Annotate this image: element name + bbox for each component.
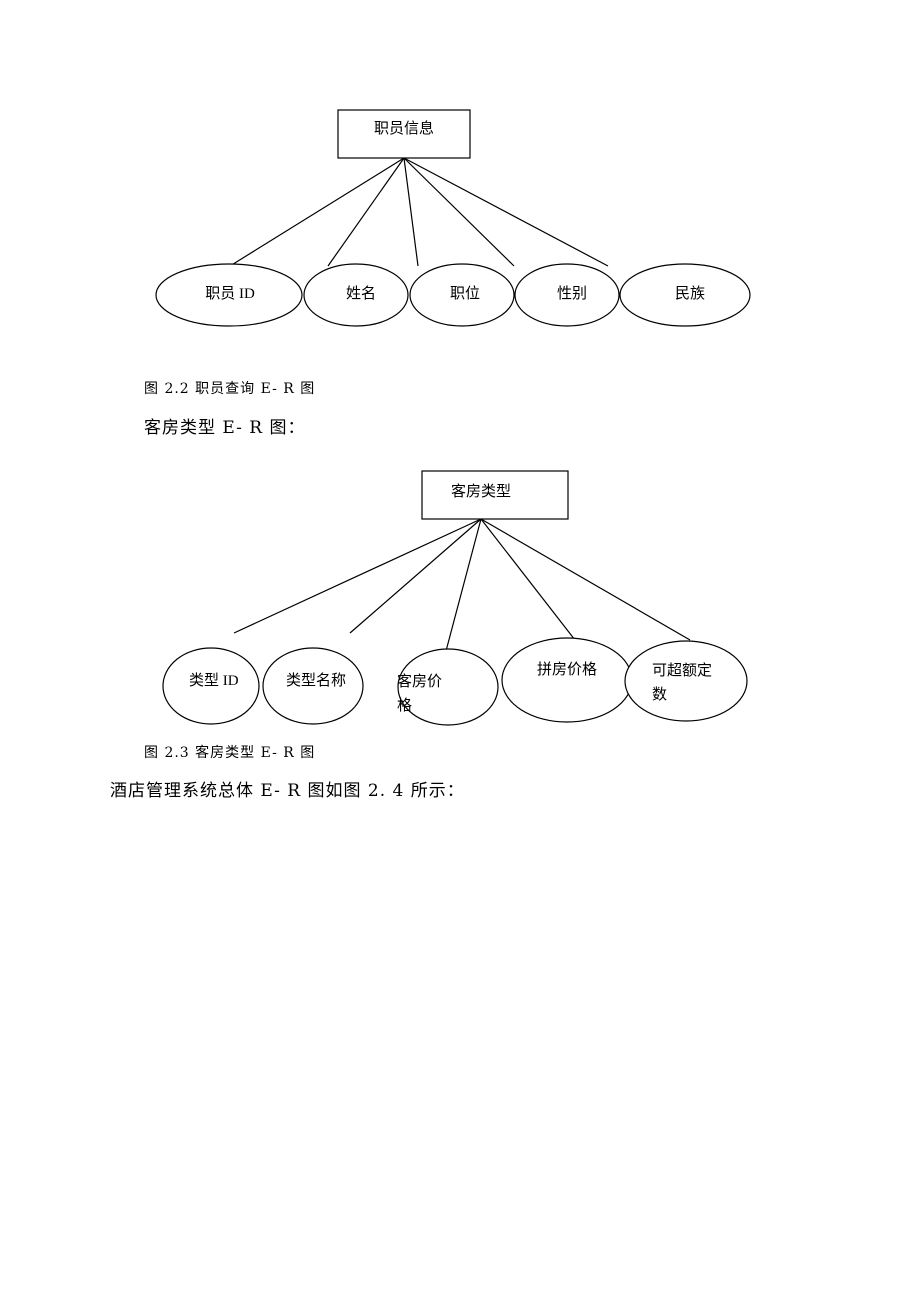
er-diagram-room-type: 客房类型 类型 ID 类型名称 客房价 格 拼房价格 可超额定 数	[162, 470, 748, 726]
relation-line	[349, 518, 482, 634]
attribute-label: 类型 ID	[189, 672, 239, 689]
relation-line	[403, 157, 419, 267]
attribute-label: 客房价	[397, 673, 442, 690]
paragraph-overall-er: 酒店管理系统总体 E- R 图如图 2. 4 所示：	[110, 781, 465, 801]
relation-line	[233, 518, 482, 634]
attribute-label: 性别	[557, 285, 587, 302]
attribute-ellipse	[501, 637, 633, 723]
relation-line	[403, 157, 609, 267]
attribute-label: 类型名称	[286, 672, 346, 689]
relation-line	[480, 518, 576, 641]
attribute-ellipse	[624, 640, 748, 722]
relation-line	[229, 157, 405, 267]
relation-line	[480, 518, 691, 641]
attribute-label: 民族	[675, 285, 705, 302]
attribute-label: 职位	[450, 285, 480, 302]
relation-line	[403, 157, 515, 267]
er-diagram-staff: 职员信息 职员 ID 姓名 职位 性别 民族	[155, 109, 751, 327]
attribute-label: 职员 ID	[205, 285, 255, 302]
attribute-label: 姓名	[346, 285, 376, 302]
section-heading-room-type-er: 客房类型 E- R 图：	[144, 418, 306, 438]
attribute-label: 拼房价格	[537, 661, 597, 678]
attribute-label: 可超额定	[652, 662, 712, 679]
entity-label: 职员信息	[374, 120, 434, 137]
relation-line	[445, 518, 482, 652]
attribute-label: 数	[652, 686, 667, 703]
figure-caption-2-2: 图 2.2 职员查询 E- R 图	[144, 381, 316, 397]
figure-caption-2-3: 图 2.3 客房类型 E- R 图	[144, 745, 316, 761]
entity-label: 客房类型	[451, 483, 511, 500]
relation-line	[327, 157, 405, 267]
attribute-label: 格	[397, 697, 412, 714]
